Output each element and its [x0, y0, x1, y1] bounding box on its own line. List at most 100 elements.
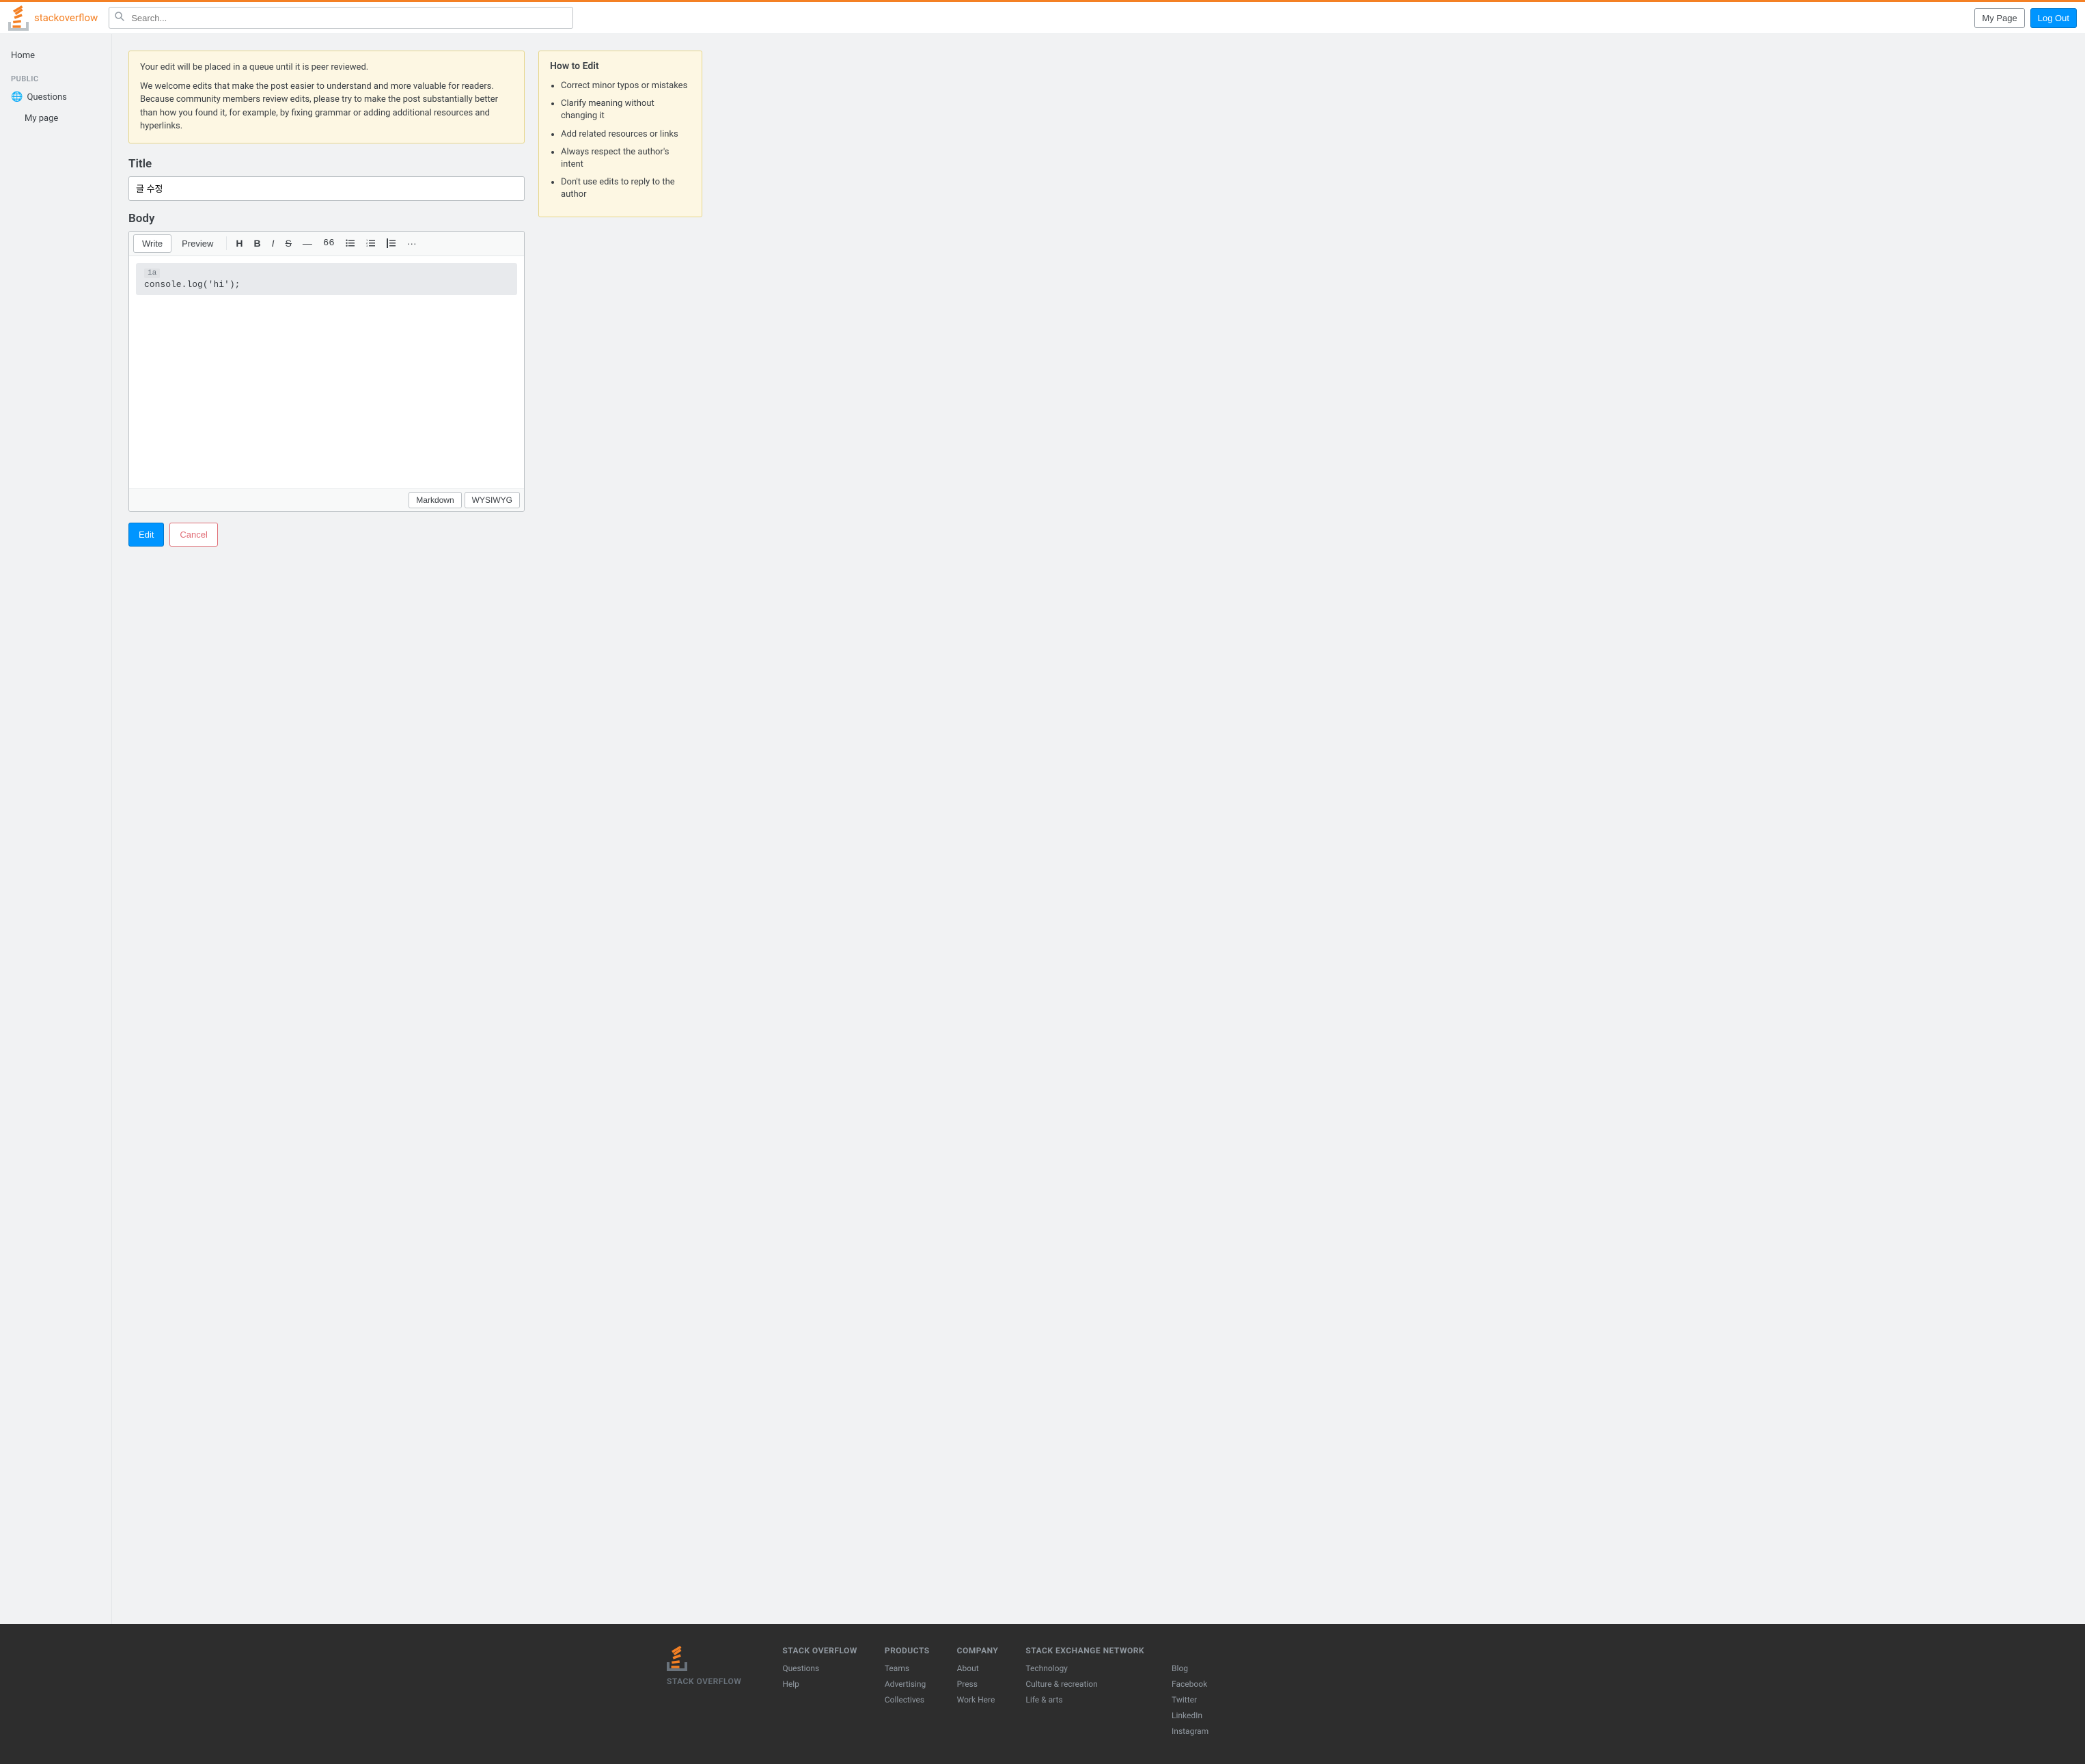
how-to-edit-panel: How to Edit Correct minor typos or mista… — [538, 51, 702, 217]
code-content: console.log('hi'); — [144, 279, 509, 290]
footer-link-collectives: Collectives — [885, 1695, 930, 1705]
tip-5: Don't use edits to reply to the author — [561, 176, 691, 201]
header-actions: My Page Log Out — [1974, 8, 2077, 28]
footer-link-questions: Questions — [782, 1664, 857, 1674]
title-input[interactable] — [128, 176, 525, 201]
action-row: Edit Cancel — [128, 523, 525, 547]
line-number-indicator: 1a — [144, 268, 160, 278]
footer-logo-area: STACK OVERFLOW — [667, 1646, 741, 1686]
bold-button[interactable]: B — [249, 235, 265, 251]
sidebar-item-questions[interactable]: 🌐 Questions — [0, 86, 111, 108]
divider-button[interactable]: — — [298, 235, 317, 251]
blockquote-button[interactable] — [382, 236, 401, 251]
sidebar-section-public: PUBLIC — [0, 66, 111, 86]
title-row: Title — [128, 157, 525, 201]
sidebar-item-home[interactable]: Home — [0, 45, 111, 66]
sidebar: Home PUBLIC 🌐 Questions My page — [0, 34, 112, 1624]
sidebar-questions-label: Questions — [27, 92, 66, 102]
footer-link-press: Press — [957, 1679, 999, 1690]
sidebar-item-mypage[interactable]: My page — [0, 108, 111, 129]
stackoverflow-logo-icon — [8, 5, 30, 31]
logo-overflow: overflow — [59, 12, 98, 24]
toolbar-separator-1 — [226, 236, 227, 250]
footer-col-stackoverflow-heading: STACK OVERFLOW — [782, 1646, 857, 1655]
footer-link-about: About — [957, 1664, 999, 1674]
write-tab[interactable]: Write — [133, 234, 171, 253]
editor-footer: Markdown WYSIWYG — [129, 488, 524, 511]
tip-4: Always respect the author's intent — [561, 146, 691, 171]
search-bar — [109, 7, 573, 29]
edit-button[interactable]: Edit — [128, 523, 164, 547]
content-area: Your edit will be placed in a queue unti… — [112, 34, 2085, 1624]
footer-link-teams: Teams — [885, 1664, 930, 1674]
notice-line2: We welcome edits that make the post easi… — [140, 80, 513, 133]
globe-icon: 🌐 — [11, 92, 23, 102]
logo-stack: stack — [34, 12, 59, 24]
footer-col-network: STACK EXCHANGE NETWORK Technology Cultur… — [1025, 1646, 1144, 1742]
footer-col-company-heading: COMPANY — [957, 1646, 999, 1655]
header: stackoverflow My Page Log Out — [0, 0, 2085, 34]
notice-box: Your edit will be placed in a queue unti… — [128, 51, 525, 143]
italic-button[interactable]: I — [267, 235, 279, 251]
footer-logo-icon — [667, 1646, 689, 1671]
editor-body[interactable]: 1a console.log('hi'); — [129, 256, 524, 488]
code-line-numbers: 1a — [144, 268, 509, 278]
how-to-edit-list: Correct minor typos or mistakes Clarify … — [550, 80, 691, 202]
footer-link-help: Help — [782, 1679, 857, 1690]
body-row: Body Write Preview H B I S — 66 — [128, 212, 525, 512]
markdown-button[interactable]: Markdown — [409, 492, 461, 508]
tip-2: Clarify meaning without changing it — [561, 98, 691, 122]
footer-col-company-links: About Press Work Here — [957, 1664, 999, 1705]
editor-wrapper: Write Preview H B I S — 66 — [128, 231, 525, 512]
list-ordered-button[interactable]: 1.2.3. — [361, 236, 381, 251]
footer-link-facebook: Facebook — [1172, 1679, 1209, 1690]
footer-col-company: COMPANY About Press Work Here — [957, 1646, 999, 1742]
list-unordered-button[interactable] — [341, 236, 360, 251]
title-label: Title — [128, 157, 525, 171]
code-block: 1a console.log('hi'); — [136, 263, 517, 295]
tip-1: Correct minor typos or mistakes — [561, 80, 691, 92]
logo-area: stackoverflow — [8, 5, 98, 31]
strikethrough-button[interactable]: S — [281, 235, 296, 251]
footer-col-products: PRODUCTS Teams Advertising Collectives — [885, 1646, 930, 1742]
footer-logo-text: STACK OVERFLOW — [667, 1677, 741, 1686]
footer-inner: STACK OVERFLOW STACK OVERFLOW Questions … — [667, 1646, 1418, 1742]
svg-text:3.: 3. — [366, 244, 368, 247]
logo-text: stackoverflow — [34, 12, 98, 24]
wysiwyg-button[interactable]: WYSIWYG — [465, 492, 520, 508]
main-layout: Home PUBLIC 🌐 Questions My page Your edi… — [0, 34, 2085, 1624]
how-to-edit-title: How to Edit — [550, 61, 691, 72]
footer-col-stackoverflow: STACK OVERFLOW Questions Help — [782, 1646, 857, 1742]
footer-col-social: Blog Facebook Twitter LinkedIn Instagram — [1172, 1646, 1209, 1742]
body-label: Body — [128, 212, 525, 225]
search-input[interactable] — [109, 7, 573, 29]
footer-link-culture: Culture & recreation — [1025, 1679, 1144, 1690]
cancel-button[interactable]: Cancel — [169, 523, 217, 547]
footer-link-blog: Blog — [1172, 1664, 1209, 1674]
footer-col-products-links: Teams Advertising Collectives — [885, 1664, 930, 1705]
form-section: Your edit will be placed in a queue unti… — [128, 51, 525, 547]
footer-col-network-heading: STACK EXCHANGE NETWORK — [1025, 1646, 1144, 1655]
search-icon — [115, 12, 124, 24]
code-button[interactable]: 66 — [318, 235, 340, 251]
footer-link-life-arts: Life & arts — [1025, 1695, 1144, 1705]
footer-link-advertising: Advertising — [885, 1679, 930, 1690]
notice-line1: Your edit will be placed in a queue unti… — [140, 61, 513, 74]
preview-tab[interactable]: Preview — [173, 234, 222, 253]
footer-cols: STACK OVERFLOW Questions Help PRODUCTS T… — [782, 1646, 1209, 1742]
form-and-panel: Your edit will be placed in a queue unti… — [128, 51, 2069, 547]
tip-3: Add related resources or links — [561, 128, 691, 141]
footer-link-linkedin: LinkedIn — [1172, 1711, 1209, 1721]
footer-link-technology: Technology — [1025, 1664, 1144, 1674]
more-button[interactable]: ··· — [402, 235, 422, 251]
heading-button[interactable]: H — [231, 235, 247, 251]
my-page-button[interactable]: My Page — [1974, 8, 2024, 28]
footer-col-social-heading — [1172, 1646, 1209, 1655]
logout-button[interactable]: Log Out — [2030, 8, 2077, 28]
footer-col-stackoverflow-links: Questions Help — [782, 1664, 857, 1690]
footer-col-network-links: Technology Culture & recreation Life & a… — [1025, 1664, 1144, 1705]
footer-link-twitter: Twitter — [1172, 1695, 1209, 1705]
footer-link-work-here: Work Here — [957, 1695, 999, 1705]
footer-col-products-heading: PRODUCTS — [885, 1646, 930, 1655]
footer: STACK OVERFLOW STACK OVERFLOW Questions … — [0, 1624, 2085, 1764]
